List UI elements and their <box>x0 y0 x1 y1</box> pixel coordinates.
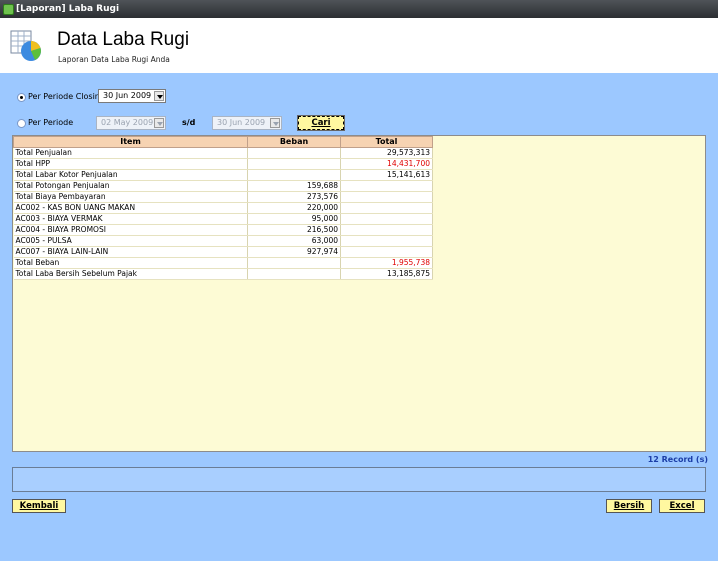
cell-beban: 216,500 <box>247 224 341 236</box>
laba-rugi-grid[interactable]: Item Beban Total Total Penjualan 29,573,3… <box>12 135 706 452</box>
cell-item: AC002 - KAS BON UANG MAKAN <box>13 202 248 214</box>
laba-rugi-table: Item Beban Total Total Penjualan 29,573,3… <box>13 136 433 280</box>
cell-item: Total Beban <box>13 257 248 269</box>
table-row[interactable]: Total Biaya Pembayaran 273,576 <box>13 191 433 203</box>
status-panel <box>12 467 706 492</box>
closing-date-select[interactable]: 30 Jun 2009 <box>98 89 166 103</box>
cell-total <box>340 246 433 258</box>
per-periode-closing-label: Per Periode Closing <box>28 92 105 101</box>
table-row[interactable]: AC007 - BIAYA LAIN-LAIN 927,974 <box>13 246 433 258</box>
cell-total: 1,955,738 <box>340 257 433 269</box>
cell-beban: 159,688 <box>247 180 341 192</box>
page-header: Data Laba Rugi Laporan Data Laba Rugi An… <box>0 18 718 73</box>
cell-item: Total Laba Bersih Sebelum Pajak <box>13 268 248 280</box>
table-row[interactable]: Total Penjualan 29,573,313 <box>13 147 433 159</box>
cell-item: AC005 - PULSA <box>13 235 248 247</box>
cell-total: 29,573,313 <box>340 147 433 159</box>
cell-item: AC004 - BIAYA PROMOSI <box>13 224 248 236</box>
chevron-down-icon[interactable] <box>154 118 164 128</box>
per-periode-label: Per Periode <box>28 118 74 127</box>
cell-beban: 63,000 <box>247 235 341 247</box>
cell-item: Total Labar Kotor Penjualan <box>13 169 248 181</box>
table-row[interactable]: AC003 - BIAYA VERMAK 95,000 <box>13 213 433 225</box>
column-header-beban[interactable]: Beban <box>247 136 341 148</box>
cell-beban: 95,000 <box>247 213 341 225</box>
table-row[interactable]: Total Labar Kotor Penjualan 15,141,613 <box>13 169 433 181</box>
cell-total <box>340 191 433 203</box>
column-header-total[interactable]: Total <box>340 136 433 148</box>
table-row[interactable]: AC005 - PULSA 63,000 <box>13 235 433 247</box>
cell-total <box>340 202 433 214</box>
cell-beban: 220,000 <box>247 202 341 214</box>
record-count: 12 Record (s) <box>647 455 708 464</box>
chevron-down-icon[interactable] <box>270 118 280 128</box>
to-date-value: 30 Jun 2009 <box>217 118 266 127</box>
to-date-select[interactable]: 30 Jun 2009 <box>212 116 282 130</box>
app-icon <box>3 4 14 15</box>
cell-item: Total HPP <box>13 158 248 170</box>
table-row[interactable]: AC002 - KAS BON UANG MAKAN 220,000 <box>13 202 433 214</box>
cell-total <box>340 213 433 225</box>
cell-total: 14,431,700 <box>340 158 433 170</box>
from-date-value: 02 May 2009 <box>101 118 154 127</box>
cell-item: AC003 - BIAYA VERMAK <box>13 213 248 225</box>
cell-beban <box>247 147 341 159</box>
chevron-down-icon[interactable] <box>154 91 164 101</box>
cell-beban: 273,576 <box>247 191 341 203</box>
cell-item: Total Penjualan <box>13 147 248 159</box>
excel-button[interactable]: Excel <box>659 499 705 513</box>
sd-label: s/d <box>182 118 196 127</box>
cell-total <box>340 224 433 236</box>
column-header-item[interactable]: Item <box>13 136 248 148</box>
cell-item: Total Potongan Penjualan <box>13 180 248 192</box>
table-row[interactable]: Total Laba Bersih Sebelum Pajak 13,185,87… <box>13 268 433 280</box>
cell-beban: 927,974 <box>247 246 341 258</box>
kembali-button[interactable]: Kembali <box>12 499 66 513</box>
report-chart-icon <box>10 30 41 61</box>
from-date-select[interactable]: 02 May 2009 <box>96 116 166 130</box>
cell-total <box>340 235 433 247</box>
closing-date-value: 30 Jun 2009 <box>103 91 152 100</box>
cell-beban <box>247 169 341 181</box>
table-row[interactable]: AC004 - BIAYA PROMOSI 216,500 <box>13 224 433 236</box>
cell-beban <box>247 257 341 269</box>
table-row[interactable]: Total HPP 14,431,700 <box>13 158 433 170</box>
table-row[interactable]: Total Beban 1,955,738 <box>13 257 433 269</box>
cell-total: 15,141,613 <box>340 169 433 181</box>
bersih-button[interactable]: Bersih <box>606 499 652 513</box>
page-title: Data Laba Rugi <box>57 29 190 50</box>
table-row[interactable]: Total Potongan Penjualan 159,688 <box>13 180 433 192</box>
cell-total <box>340 180 433 192</box>
title-bar: [Laporan] Laba Rugi <box>0 0 718 18</box>
radio-per-periode-closing[interactable] <box>17 93 26 102</box>
cari-button[interactable]: Cari <box>297 115 345 131</box>
cell-beban <box>247 158 341 170</box>
cell-item: Total Biaya Pembayaran <box>13 191 248 203</box>
cell-beban <box>247 268 341 280</box>
radio-per-periode[interactable] <box>17 119 26 128</box>
cell-total: 13,185,875 <box>340 268 433 280</box>
window-title: [Laporan] Laba Rugi <box>16 4 120 14</box>
cell-item: AC007 - BIAYA LAIN-LAIN <box>13 246 248 258</box>
page-subtitle: Laporan Data Laba Rugi Anda <box>58 55 170 64</box>
